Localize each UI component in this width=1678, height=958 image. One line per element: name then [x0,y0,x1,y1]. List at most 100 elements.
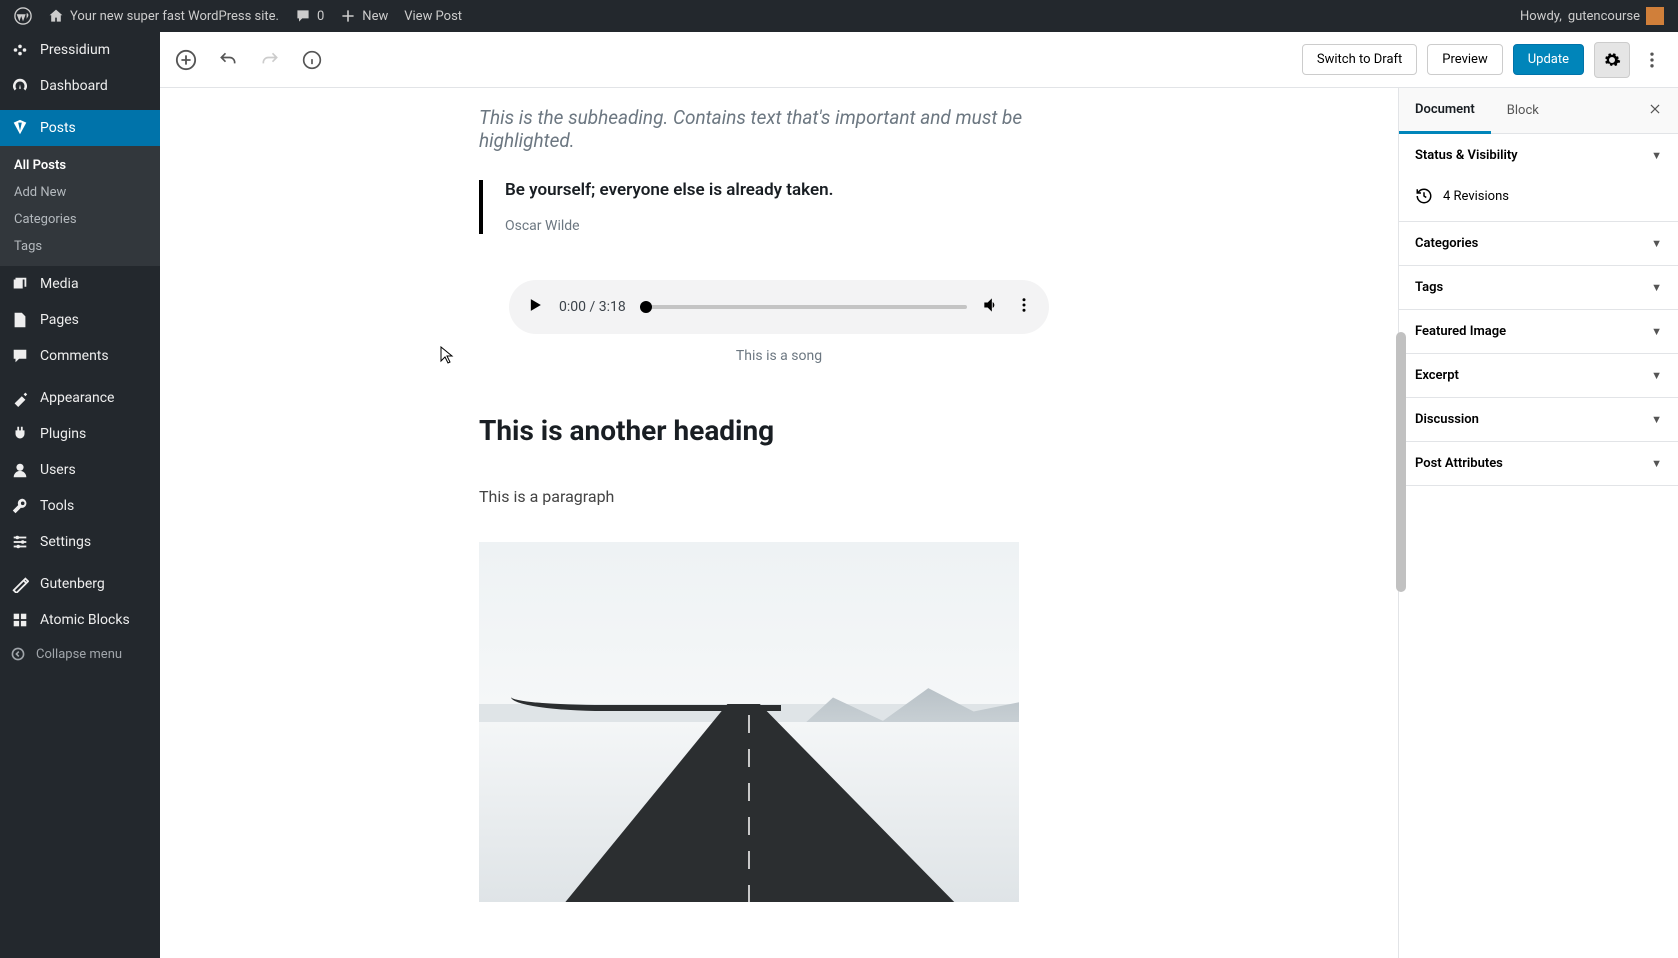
site-name-link[interactable]: Your new super fast WordPress site. [40,0,287,32]
media-icon [10,274,30,294]
panel-tags[interactable]: Tags▼ [1399,266,1678,310]
chevron-down-icon: ▼ [1651,369,1662,382]
audio-block[interactable]: 0:00 / 3:18 [509,280,1049,334]
undo-button[interactable] [216,48,240,72]
chevron-down-icon: ▼ [1651,457,1662,470]
revisions-link[interactable]: 4 Revisions [1415,187,1662,205]
quote-block[interactable]: Be yourself; everyone else is already ta… [479,180,1079,234]
heading-block[interactable]: This is another heading [479,414,1079,447]
sidebar-item-settings[interactable]: Settings [0,524,160,560]
editor-main: Switch to Draft Preview Update This is t… [160,32,1678,958]
sidebar-item-posts[interactable]: Posts [0,110,160,146]
panel-post-attributes[interactable]: Post Attributes▼ [1399,442,1678,486]
view-post-link[interactable]: View Post [396,0,470,32]
settings-toggle-button[interactable] [1594,42,1630,78]
users-icon [10,460,30,480]
close-settings-button[interactable] [1632,101,1678,120]
sidebar-submenu: All PostsAdd NewCategoriesTags [0,146,160,266]
sidebar-item-label: Atomic Blocks [40,612,130,628]
sidebar-item-label: Appearance [40,390,114,406]
revisions-text: 4 Revisions [1443,189,1509,204]
admin-toolbar: Your new super fast WordPress site. 0 Ne… [0,0,1678,32]
plus-icon [340,8,356,24]
settings-icon [10,532,30,552]
sidebar-subitem[interactable]: Categories [0,206,160,233]
sidebar-subitem[interactable]: Add New [0,179,160,206]
chevron-down-icon: ▼ [1651,149,1662,162]
quote-citation[interactable]: Oscar Wilde [505,218,1079,234]
sidebar-item-pressidium[interactable]: Pressidium [0,32,160,68]
sidebar-item-label: Settings [40,534,91,550]
sidebar-item-plugins[interactable]: Plugins [0,416,160,452]
subheading-block[interactable]: This is the subheading. Contains text th… [479,88,1079,180]
switch-to-draft-button[interactable]: Switch to Draft [1302,44,1417,75]
history-icon [1415,187,1433,205]
comment-icon [295,8,311,24]
sidebar-item-label: Dashboard [40,78,108,94]
username: gutencourse [1568,9,1640,24]
my-account-link[interactable]: Howdy, gutencourse [1512,0,1672,32]
view-post-label: View Post [404,9,462,24]
sidebar-item-comments[interactable]: Comments [0,338,160,374]
editor-canvas[interactable]: This is the subheading. Contains text th… [160,88,1398,958]
sidebar-item-label: Users [40,462,76,478]
add-block-button[interactable] [174,48,198,72]
settings-sidebar: Document Block Status & Visibility ▼ 4 Re… [1398,88,1678,958]
panel-status-visibility[interactable]: Status & Visibility ▼ 4 Revisions [1399,134,1678,222]
sidebar-item-users[interactable]: Users [0,452,160,488]
new-content-link[interactable]: New [332,0,396,32]
tab-document[interactable]: Document [1399,88,1491,134]
sidebar-item-media[interactable]: Media [0,266,160,302]
comments-icon [10,346,30,366]
more-menu-button[interactable] [1640,48,1664,72]
sidebar-item-atomic[interactable]: Atomic Blocks [0,602,160,638]
paragraph-block[interactable]: This is a paragraph [479,487,1079,506]
pages-icon [10,310,30,330]
tab-block[interactable]: Block [1491,89,1555,132]
sidebar-item-gutenberg[interactable]: Gutenberg [0,566,160,602]
audio-time: 0:00 / 3:18 [559,299,626,315]
new-label: New [362,9,388,24]
dashboard-icon [10,76,30,96]
panel-title: Excerpt [1415,368,1459,383]
sidebar-subitem[interactable]: Tags [0,233,160,260]
sidebar-item-label: Posts [40,120,76,136]
collapse-icon [10,646,26,662]
audio-caption[interactable]: This is a song [479,348,1079,364]
wp-logo[interactable] [6,0,40,32]
preview-button[interactable]: Preview [1427,44,1502,75]
sidebar-item-pages[interactable]: Pages [0,302,160,338]
collapse-label: Collapse menu [36,647,122,662]
chevron-down-icon: ▼ [1651,281,1662,294]
play-button[interactable] [525,295,545,319]
sidebar-item-tools[interactable]: Tools [0,488,160,524]
sidebar-item-label: Media [40,276,79,292]
more-vertical-icon [1642,50,1662,70]
update-button[interactable]: Update [1513,44,1584,75]
avatar [1646,7,1664,25]
comments-link[interactable]: 0 [287,0,332,32]
image-block[interactable] [479,542,1019,902]
panel-categories[interactable]: Categories▼ [1399,222,1678,266]
audio-more-button[interactable] [1015,296,1033,318]
sidebar-item-dashboard[interactable]: Dashboard [0,68,160,104]
audio-seek-thumb[interactable] [640,301,652,313]
panel-excerpt[interactable]: Excerpt ▼ [1399,354,1678,398]
redo-button[interactable] [258,48,282,72]
panel-title: Categories [1415,236,1478,251]
collapse-menu-button[interactable]: Collapse menu [0,638,160,670]
quote-text[interactable]: Be yourself; everyone else is already ta… [505,180,1079,200]
howdy-prefix: Howdy, [1520,9,1562,24]
panel-discussion[interactable]: Discussion▼ [1399,398,1678,442]
sidebar-subitem[interactable]: All Posts [0,152,160,179]
atomic-icon [10,610,30,630]
gutenberg-icon [10,574,30,594]
scrollbar-thumb[interactable] [1396,332,1406,592]
volume-button[interactable] [981,295,1001,319]
panel-featured-image[interactable]: Featured Image▼ [1399,310,1678,354]
content-info-button[interactable] [300,48,324,72]
sidebar-item-appearance[interactable]: Appearance [0,380,160,416]
gear-icon [1603,51,1621,69]
audio-seek-track[interactable] [640,305,967,309]
panel-title: Status & Visibility [1415,148,1518,163]
